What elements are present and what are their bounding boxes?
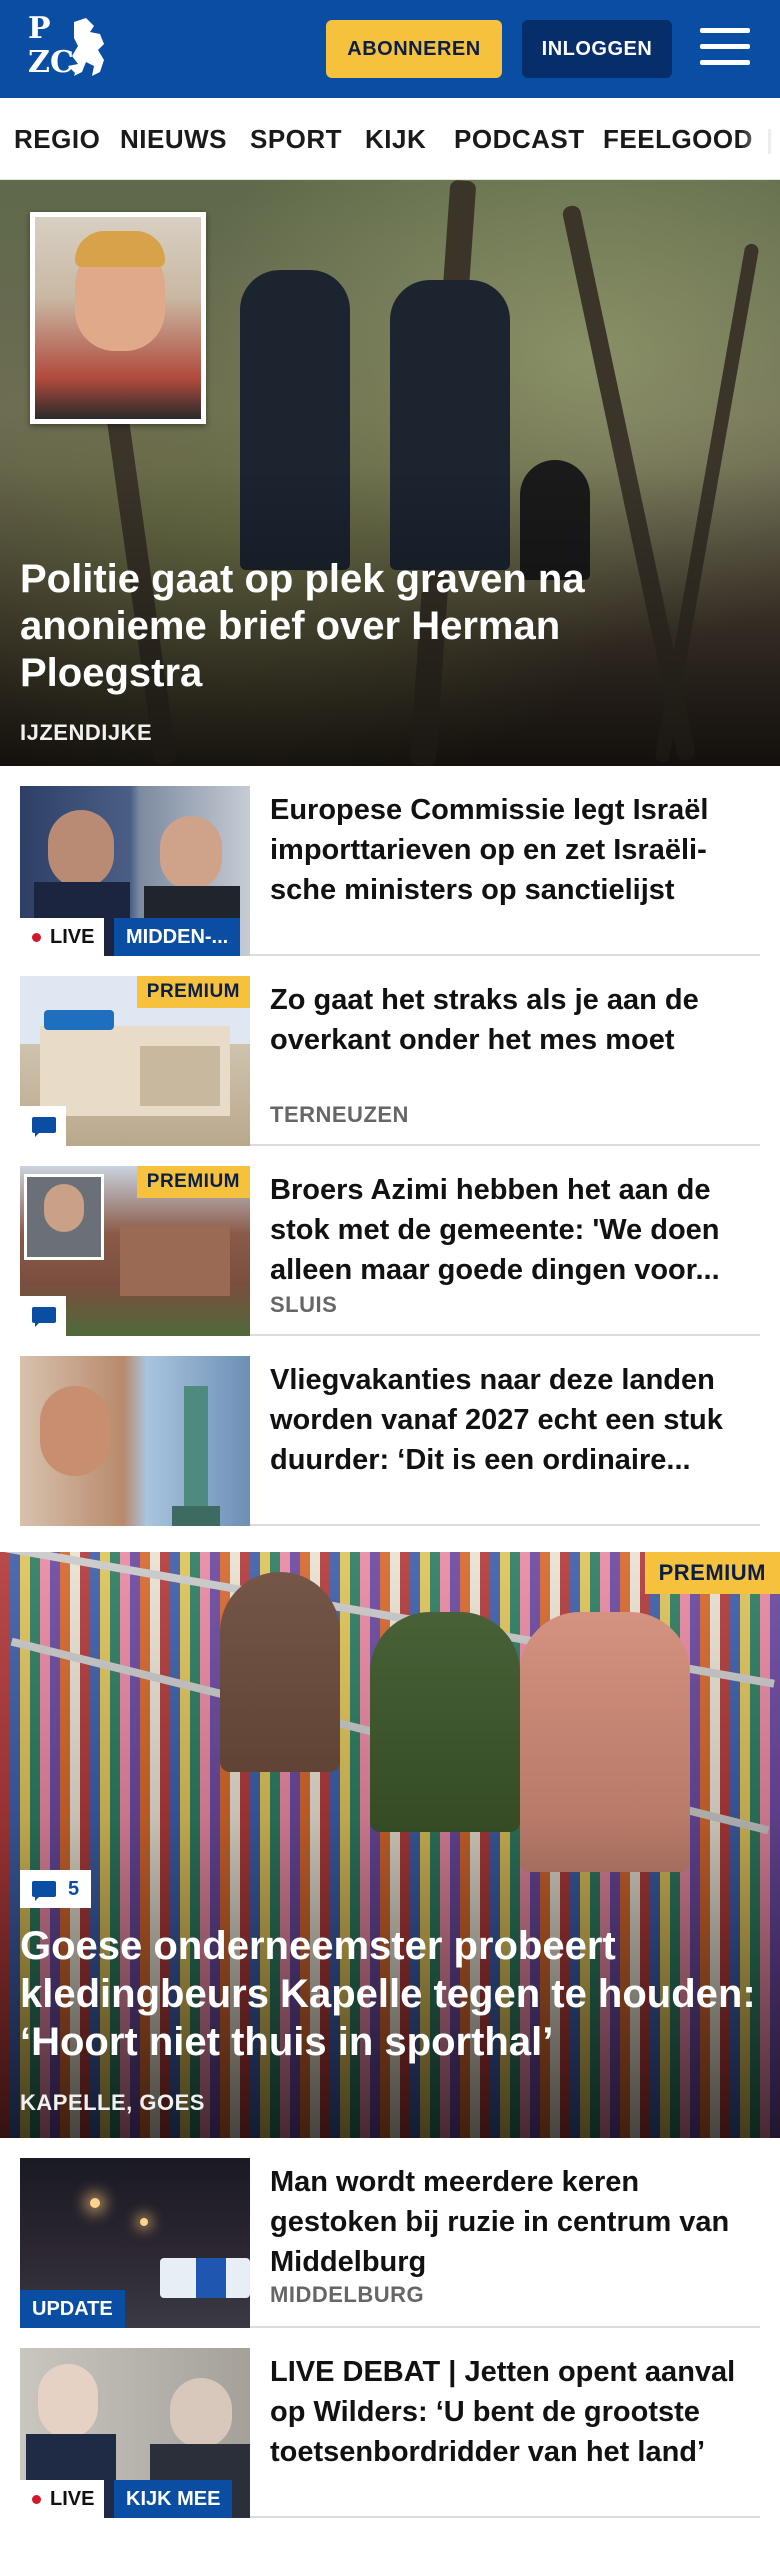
premium-badge: PREMIUM [644,1552,780,1594]
article-thumbnail: PREMIUM [20,1166,250,1336]
article-title[interactable]: Vliegvakanties naar deze landen worden v… [270,1360,760,1480]
site-header: P Z C ABONNEREN INLOGGEN [0,0,780,98]
feature-location-tag: KAPELLE, GOES [20,2090,205,2115]
hamburger-menu-icon[interactable] [698,24,754,74]
feature-article[interactable]: PREMIUM 5 Goese onderneemster probeert k… [0,1552,780,2138]
article-title[interactable]: Man wordt meerdere keren gestoken bij ru… [270,2162,760,2282]
comment-badge[interactable] [20,1296,66,1336]
category-badge: MIDDEN-... [114,918,241,956]
live-badge: LIVE [20,2480,105,2518]
live-dot-icon [32,2495,41,2504]
logo-lettering: P Z C [28,11,75,80]
premium-badge: PREMIUM [136,1166,250,1198]
article-title[interactable]: Zo gaat het straks als je aan de overkan… [270,980,760,1060]
nav-item-sport[interactable]: SPORT [250,124,342,155]
login-button[interactable]: INLOGGEN [522,20,672,78]
article-title[interactable]: Europese Commissie legt Israël importtar… [270,790,760,910]
article-location-tag: SLUIS [270,1292,338,1317]
premium-badge: PREMIUM [136,976,250,1008]
article-item[interactable]: LIVE MIDDEN-... Europese Commissie legt … [20,766,760,956]
nav-fade [740,98,780,179]
article-item[interactable]: PREMIUM Broers Azimi hebben het aan de s… [20,1146,760,1336]
nav-item-nieuws[interactable]: NIEUWS [120,124,227,155]
subscribe-button[interactable]: ABONNEREN [326,20,502,78]
article-thumbnail: UPDATE [20,2158,250,2328]
hero-location-tag: IJZENDIJKE [20,720,153,745]
section-nav: REGIO NIEUWS SPORT KIJK PODCAST FEELGOOD… [0,98,780,180]
update-badge: UPDATE [20,2290,125,2328]
article-item[interactable]: LIVE KIJK MEE LIVE DEBAT | Jetten opent … [20,2328,760,2518]
article-thumbnail: PREMIUM [20,976,250,1146]
hero-article[interactable]: Politie gaat op plek graven na anonieme … [0,180,780,766]
article-location-tag: TERNEUZEN [270,1102,409,1127]
article-item[interactable]: PREMIUM Zo gaat het straks als je aan de… [20,956,760,1146]
nav-item-regio[interactable]: REGIO [14,124,100,155]
article-thumbnail [20,1356,250,1526]
article-title[interactable]: LIVE DEBAT | Jetten opent aanval op Wild… [270,2352,760,2472]
article-thumbnail: LIVE KIJK MEE [20,2348,250,2518]
article-item[interactable]: Vliegvakanties naar deze landen worden v… [20,1336,760,1526]
lion-emblem-icon [68,18,104,76]
comment-count: 5 [68,1878,80,1900]
feature-title[interactable]: Goese onderneemster probeert kledingbeur… [20,1922,760,2066]
article-thumbnail: LIVE MIDDEN-... [20,786,250,956]
comment-count-badge[interactable]: 5 [20,1870,92,1908]
hero-title[interactable]: Politie gaat op plek graven na anonieme … [20,556,640,697]
hero-inset-portrait [30,212,206,424]
live-badge: LIVE [20,918,105,956]
nav-item-feelgood[interactable]: FEELGOOD [603,124,753,155]
nav-item-podcast[interactable]: PODCAST [454,124,585,155]
comment-badge[interactable] [20,1106,66,1146]
article-title[interactable]: Broers Azimi hebben het aan de stok met … [270,1170,760,1290]
nav-item-kijk[interactable]: KIJK [365,124,426,155]
article-item[interactable]: UPDATE Man wordt meerdere keren gestoken… [20,2138,760,2328]
live-dot-icon [32,933,41,942]
article-location-tag: MIDDELBURG [270,2282,425,2307]
watch-along-badge: KIJK MEE [114,2480,233,2518]
pzc-logo[interactable]: P Z C [28,14,110,84]
